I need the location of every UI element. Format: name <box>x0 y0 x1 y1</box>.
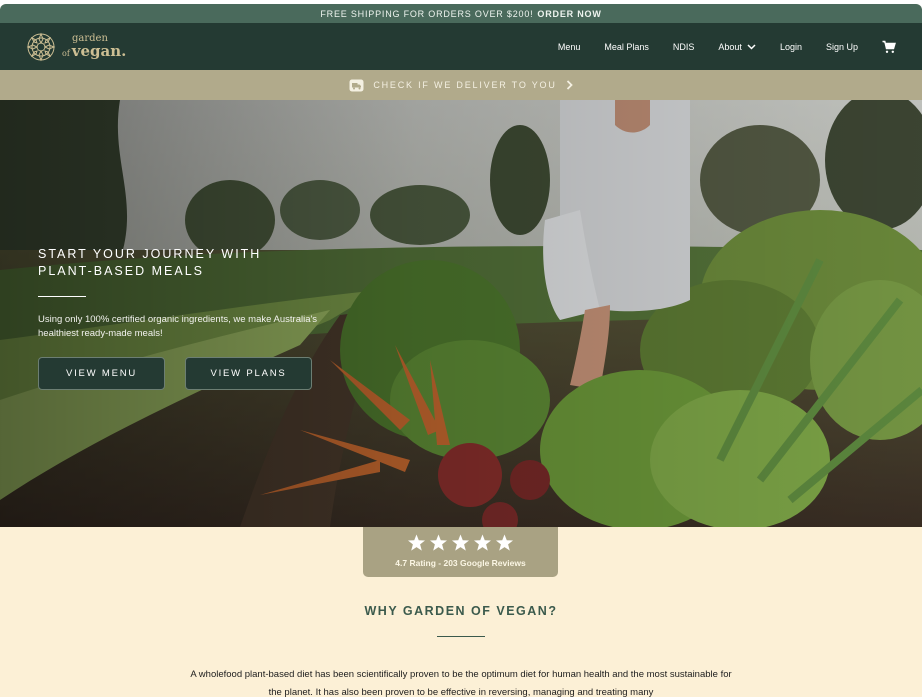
rating-text: 4.7 Rating - 203 Google Reviews <box>395 557 526 568</box>
nav-item-menu[interactable]: Menu <box>558 42 581 52</box>
mandala-logo-icon <box>26 32 56 61</box>
promo-banner: FREE SHIPPING FOR ORDERS OVER $200! ORDE… <box>0 4 922 23</box>
why-heading: WHY GARDEN OF VEGAN? <box>364 604 558 618</box>
view-menu-button[interactable]: VIEW MENU <box>38 357 165 390</box>
star-rating <box>407 533 514 552</box>
order-now-link[interactable]: ORDER NOW <box>537 9 601 19</box>
hero-divider <box>38 296 86 297</box>
star-icon <box>495 533 514 551</box>
chevron-right-icon <box>566 80 573 90</box>
delivery-check-label: CHECK IF WE DELIVER TO YOU <box>373 80 557 90</box>
nav-item-sign-up[interactable]: Sign Up <box>826 42 858 52</box>
nav-item-about[interactable]: About <box>718 42 756 52</box>
chevron-down-icon <box>747 43 756 50</box>
delivery-check-bar[interactable]: CHECK IF WE DELIVER TO YOU <box>0 70 922 100</box>
why-paragraph: A wholefood plant-based diet has been sc… <box>190 669 732 697</box>
view-plans-button[interactable]: VIEW PLANS <box>185 357 312 390</box>
page-frame: FREE SHIPPING FOR ORDERS OVER $200! ORDE… <box>0 4 922 697</box>
hero-section: START YOUR JOURNEY WITH PLANT-BASED MEAL… <box>0 100 922 527</box>
why-divider <box>437 636 485 637</box>
nav-item-meal-plans[interactable]: Meal Plans <box>604 42 649 52</box>
rating-badge[interactable]: 4.7 Rating - 203 Google Reviews <box>363 527 558 577</box>
star-icon <box>429 533 448 551</box>
hero-subtitle: Using only 100% certified organic ingred… <box>38 314 318 339</box>
star-icon <box>451 533 470 551</box>
nav-menu: Menu Meal Plans NDIS About Login Sign Up <box>534 23 896 70</box>
main-navigation: garden of vegan. Menu Meal Plans NDIS Abo… <box>0 23 922 70</box>
hero-content: START YOUR JOURNEY WITH PLANT-BASED MEAL… <box>38 246 318 390</box>
cart-icon[interactable] <box>882 40 896 54</box>
brand-logo[interactable]: garden of vegan. <box>26 32 126 62</box>
nav-item-login[interactable]: Login <box>780 42 802 52</box>
delivery-truck-icon <box>349 79 364 91</box>
hero-title: START YOUR JOURNEY WITH PLANT-BASED MEAL… <box>38 247 262 278</box>
nav-item-about-label: About <box>718 41 742 52</box>
brand-wordmark: garden of vegan. <box>62 34 126 59</box>
star-icon <box>473 533 492 551</box>
hero-buttons: VIEW MENU VIEW PLANS <box>38 357 318 390</box>
star-icon <box>407 533 426 551</box>
promo-text: FREE SHIPPING FOR ORDERS OVER $200! <box>320 8 534 19</box>
nav-item-ndis[interactable]: NDIS <box>673 42 695 52</box>
brand-line-2: of vegan. <box>62 42 127 60</box>
